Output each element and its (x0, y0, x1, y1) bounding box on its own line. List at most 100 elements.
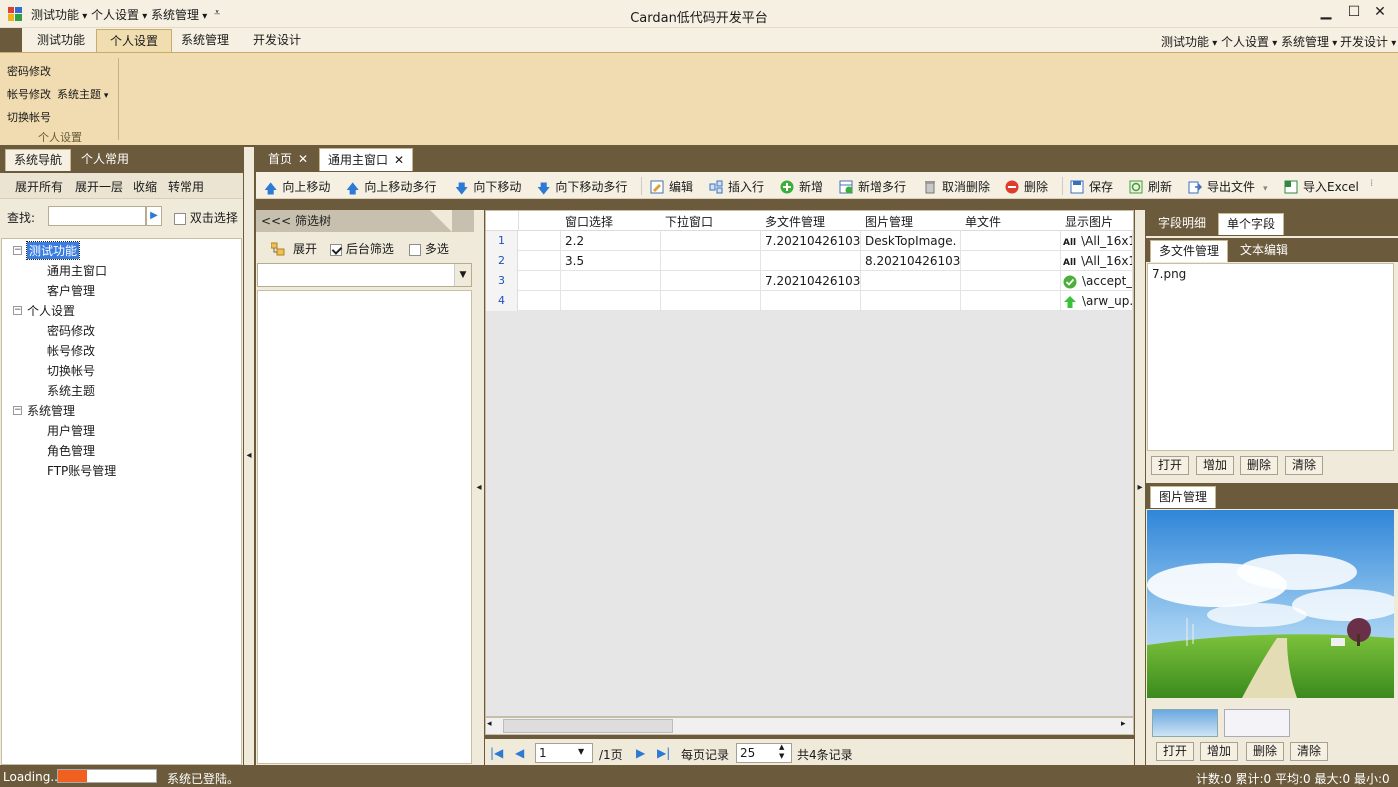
backend-filter-checkbox[interactable] (330, 243, 342, 256)
open-button[interactable]: 打开 (1151, 456, 1190, 475)
cell[interactable]: \accept_ (1061, 271, 1133, 291)
tree-node-password[interactable]: 密码修改 (47, 322, 95, 339)
move-up-multi-button[interactable]: 🡅 向上移动多行 (346, 178, 436, 197)
cell[interactable] (961, 291, 1061, 311)
image-thumbnail[interactable] (1224, 709, 1290, 737)
minimize-button[interactable]: ▁ (1314, 4, 1338, 24)
edit-button[interactable]: 编辑 (650, 178, 693, 195)
cell[interactable] (861, 291, 961, 311)
cell[interactable] (761, 291, 861, 311)
cell[interactable]: 7.202104261037 (761, 231, 861, 251)
change-password-button[interactable]: 密码修改 (7, 63, 51, 79)
cell[interactable] (561, 291, 661, 311)
tree-node-switch[interactable]: 切换帐号 (47, 362, 95, 379)
tree-collapse-icon[interactable]: − (13, 306, 22, 315)
find-go-icon[interactable]: ▶ (146, 206, 162, 226)
add-file-button[interactable]: 增加 (1196, 456, 1235, 475)
delete-file-button[interactable]: 删除 (1240, 456, 1279, 475)
to-common-button[interactable]: 转常用 (168, 178, 204, 195)
tree-node-roles[interactable]: 角色管理 (47, 442, 95, 459)
row-selector-cell[interactable] (519, 271, 561, 291)
move-up-button[interactable]: 🡅 向上移动 (264, 178, 330, 197)
cell[interactable] (761, 251, 861, 271)
tree-node-theme[interactable]: 系统主题 (47, 382, 95, 399)
image-clear-button[interactable]: 清除 (1290, 742, 1329, 761)
tab-text-edit[interactable]: 文本编辑 (1232, 240, 1296, 262)
clear-button[interactable]: 清除 (1285, 456, 1324, 475)
double-click-checkbox[interactable] (174, 212, 186, 225)
cell[interactable] (961, 251, 1061, 271)
cell[interactable] (661, 251, 761, 271)
image-open-button[interactable]: 打开 (1156, 742, 1195, 761)
insert-row-button[interactable]: 插入行 (709, 178, 764, 195)
first-page-icon[interactable]: |◀ (490, 746, 503, 760)
cell[interactable] (961, 271, 1061, 291)
refresh-button[interactable]: 刷新 (1129, 178, 1172, 195)
row-number[interactable]: 4 (486, 291, 518, 311)
tab-single-field[interactable]: 单个字段 (1218, 213, 1285, 235)
double-click-select[interactable]: 双击选择 (174, 209, 238, 226)
tree-collapse-icon[interactable]: − (13, 246, 22, 255)
cell[interactable]: 3.5 (561, 251, 661, 271)
export-file-button[interactable]: 导出文件 ▾ (1188, 178, 1268, 195)
row-selector-cell[interactable] (519, 291, 561, 311)
close-icon[interactable]: ✕ (394, 153, 404, 167)
multi-select-option[interactable]: 多选 (409, 240, 449, 257)
filter-combo[interactable] (257, 263, 472, 287)
change-account-button[interactable]: 帐号修改 (7, 86, 51, 102)
chevron-down-icon[interactable]: ▾ (1263, 184, 1268, 194)
row-number[interactable]: 1 (486, 231, 518, 251)
add-multi-button[interactable]: 新增多行 (839, 178, 906, 195)
col-image[interactable]: 图片管理 (865, 213, 913, 230)
backend-filter-option[interactable]: 后台筛选 (330, 240, 394, 257)
cell[interactable] (661, 231, 761, 251)
toolbar-overflow-icon[interactable]: ⁞ (1370, 178, 1373, 189)
multi-select-checkbox[interactable] (409, 243, 421, 256)
prev-page-icon[interactable]: ◀ (515, 746, 524, 760)
row-selector-cell[interactable] (519, 251, 561, 271)
chevron-down-icon[interactable]: ▼ (454, 264, 471, 286)
import-excel-button[interactable]: 导入Excel (1284, 178, 1359, 195)
col-dropdown-window[interactable]: 下拉窗口 (665, 213, 713, 230)
filter-expand-button[interactable]: 展开 (271, 240, 317, 257)
close-button[interactable]: ✕ (1368, 4, 1392, 24)
doc-tab-main-window[interactable]: 通用主窗口 ✕ (319, 148, 414, 171)
scrollbar-thumb[interactable] (503, 719, 673, 733)
cell[interactable] (561, 271, 661, 291)
page-dropdown-icon[interactable]: ▼ (578, 747, 584, 756)
cell[interactable] (961, 231, 1061, 251)
delete-button[interactable]: 删除 (1005, 178, 1048, 195)
cell[interactable]: DeskTopImage. (861, 231, 961, 251)
col-window-select[interactable]: 窗口选择 (565, 213, 613, 230)
tree-node-users[interactable]: 用户管理 (47, 422, 95, 439)
row-selector-cell[interactable] (519, 231, 561, 251)
switch-account-button[interactable]: 切换帐号 (7, 109, 51, 125)
filter-tree-list[interactable] (257, 290, 472, 764)
col-single-file[interactable]: 单文件 (965, 213, 1001, 230)
col-display-image[interactable]: 显示图片 (1065, 213, 1113, 230)
tree-node-ftp[interactable]: FTP账号管理 (47, 462, 116, 479)
cell[interactable]: 7.202104261037 (761, 271, 861, 291)
scroll-right-icon[interactable]: ▸ (1121, 719, 1126, 729)
page-input[interactable]: 1 (535, 743, 593, 763)
ribbon-app-button[interactable] (0, 28, 22, 52)
doc-tab-home[interactable]: 首页 ✕ (260, 148, 316, 171)
cell[interactable]: All \All_16x1 (1061, 231, 1133, 251)
image-add-button[interactable]: 增加 (1200, 742, 1239, 761)
filter-splitter-icon[interactable]: ◂ (474, 210, 484, 765)
cell[interactable]: \arw_up. (1061, 291, 1133, 311)
tree-node-system[interactable]: 系统管理 (27, 402, 75, 419)
per-page-spinner-icon[interactable]: ▲ ▼ (779, 743, 784, 761)
cell[interactable]: 2.2 (561, 231, 661, 251)
right-menu-design[interactable]: 开发设计 (1340, 33, 1396, 50)
expand-one-level-button[interactable]: 展开一层 (75, 178, 123, 195)
row-number[interactable]: 2 (486, 251, 518, 271)
tree-node-personal[interactable]: 个人设置 (27, 302, 75, 319)
last-page-icon[interactable]: ▶| (657, 746, 670, 760)
tab-field-details[interactable]: 字段明细 (1150, 213, 1214, 235)
list-item[interactable]: 7.png (1148, 264, 1393, 284)
cancel-delete-button[interactable]: 取消删除 (923, 178, 990, 195)
tab-system-management[interactable]: 系统管理 (168, 29, 242, 52)
cell[interactable] (861, 271, 961, 291)
image-thumbnail[interactable] (1152, 709, 1218, 737)
